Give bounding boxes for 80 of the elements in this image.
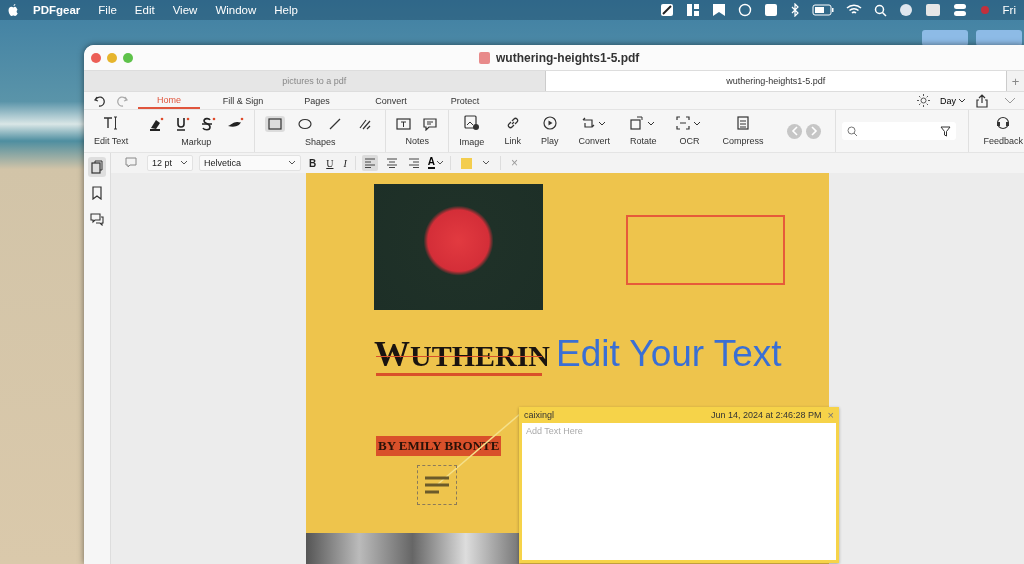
ribbon-tab[interactable]: Fill & Sign: [212, 92, 274, 109]
font-size-dropdown[interactable]: 12 pt: [147, 155, 193, 171]
filter-icon[interactable]: [940, 125, 952, 137]
toolbar-button[interactable]: Rotate: [619, 110, 667, 152]
sun-icon[interactable]: [917, 94, 930, 107]
underline-icon[interactable]: [174, 115, 191, 132]
chevron-right-icon: [809, 126, 818, 136]
link-icon: [505, 116, 520, 130]
battery-icon[interactable]: [811, 4, 834, 16]
menu-item[interactable]: Edit: [134, 4, 155, 16]
close-window-button[interactable]: [91, 52, 101, 63]
chevron-left-icon: [790, 126, 799, 136]
toolbar-button[interactable]: Image: [449, 110, 495, 152]
toolbar-button[interactable]: OCR: [666, 110, 713, 152]
text-color-button[interactable]: A: [427, 157, 445, 169]
grid-status-icon[interactable]: [685, 3, 700, 17]
menu-item[interactable]: View: [172, 4, 198, 16]
headset-icon: [996, 116, 1011, 130]
note-date: Jun 14, 2024 at 2:46:28 PM: [710, 410, 822, 420]
undo-icon[interactable]: [94, 94, 106, 107]
chevron-down-icon: [958, 97, 966, 104]
chevron-down-icon[interactable]: [482, 160, 491, 166]
document-icon: [736, 116, 749, 130]
text-style-button[interactable]: U: [324, 157, 336, 169]
chevron-down-icon: [180, 160, 188, 166]
search-icon[interactable]: [873, 3, 887, 17]
rotate-icon: [630, 116, 657, 130]
toolbar-button[interactable]: Play: [530, 110, 569, 152]
menu-item[interactable]: File: [98, 4, 117, 16]
menu-item[interactable]: Window: [215, 4, 257, 16]
search-field[interactable]: [842, 122, 957, 140]
note-icon[interactable]: [417, 465, 457, 505]
bookmark-status-icon[interactable]: [711, 3, 726, 17]
text-style-button[interactable]: I: [341, 157, 349, 169]
share-icon[interactable]: [976, 93, 988, 108]
chevron-down-icon: [436, 160, 445, 166]
tool-group-label: Notes: [405, 135, 430, 146]
dot-icon[interactable]: [978, 4, 991, 16]
chevron-down-icon: [288, 160, 296, 166]
apple-icon[interactable]: [8, 3, 19, 17]
toolbar-button[interactable]: Link: [494, 110, 531, 152]
feedback-button[interactable]: Feedback: [969, 110, 1024, 152]
align-button[interactable]: [361, 155, 378, 171]
tool-group-label: Shapes: [305, 136, 336, 147]
toolbar-button[interactable]: Edit Text: [84, 110, 139, 152]
folder-icon[interactable]: [922, 30, 968, 46]
ribbon-tab[interactable]: Pages: [286, 92, 348, 109]
toolbar-button[interactable]: Compress: [712, 110, 774, 152]
note-text-field[interactable]: Add Text Here: [522, 423, 836, 560]
document-tab[interactable]: wuthering-heights1-5.pdf: [544, 71, 1006, 91]
strikethrough-icon[interactable]: [200, 115, 217, 132]
fill-color-swatch[interactable]: [461, 157, 473, 169]
toolbar-button[interactable]: Convert: [568, 110, 620, 152]
search-icon: [847, 125, 859, 137]
speech-bubble-icon[interactable]: [422, 116, 439, 131]
clock: Fri: [1002, 4, 1016, 16]
ribbon-tab[interactable]: Protect: [434, 92, 496, 109]
ribbon-tab[interactable]: Convert: [360, 92, 422, 109]
play-icon: [542, 116, 557, 130]
text-cursor-icon: [103, 116, 120, 130]
app-menu[interactable]: PDFgear: [33, 4, 81, 16]
window-title: wuthering-heights1-5.pdf: [496, 50, 640, 65]
pdf-file-icon: [479, 51, 490, 64]
convert-arrows-icon: [581, 116, 608, 130]
text-style-button[interactable]: B: [307, 157, 319, 169]
image-icon: [463, 115, 480, 131]
folder-icon[interactable]: [976, 30, 1022, 46]
wifi-icon[interactable]: [845, 4, 862, 16]
font-dropdown[interactable]: Helvetica: [199, 155, 301, 171]
text-box-icon[interactable]: [396, 116, 413, 131]
circle-status-icon[interactable]: [737, 3, 752, 17]
tool-group-label: Markup: [181, 136, 212, 147]
bluetooth-icon[interactable]: [789, 3, 800, 17]
scan-frame-icon: [676, 116, 703, 130]
highlighter-icon[interactable]: [148, 115, 165, 132]
menu-item[interactable]: Help: [274, 4, 298, 16]
theme-dropdown[interactable]: Day: [940, 95, 966, 106]
toggle-icon[interactable]: [952, 3, 967, 17]
note-author: caixingl: [524, 410, 554, 420]
pages-panel-button[interactable]: [88, 157, 106, 177]
